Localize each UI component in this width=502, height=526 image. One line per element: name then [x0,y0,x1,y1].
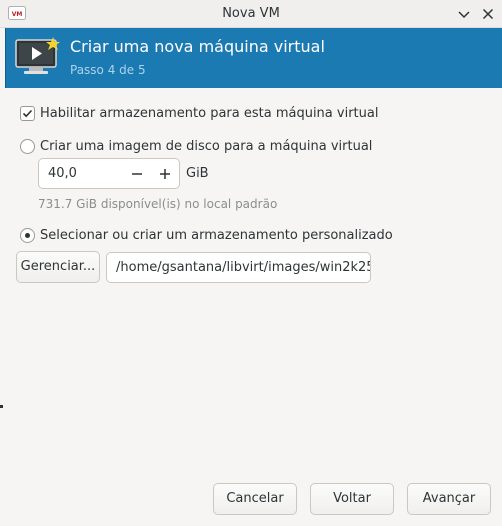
cancel-button[interactable]: Cancelar [213,483,297,515]
create-disk-radio[interactable] [20,139,35,154]
forward-button[interactable]: Avançar [407,483,491,515]
manage-storage-button[interactable]: Gerenciar... [16,251,100,283]
checkmark-icon [22,109,33,118]
disk-size-value[interactable]: 40,0 [48,166,77,181]
custom-storage-radio[interactable] [20,228,35,243]
wizard-title: Criar uma nova máquina virtual [70,37,325,56]
window-edge-marker [0,405,3,408]
disk-unit-label: GiB [186,166,209,181]
available-space-text: 731.7 GiB disponível(is) no local padrão [38,197,278,211]
chevron-down-icon[interactable] [456,6,472,22]
wizard-header-banner: Criar uma nova máquina virtual Passo 4 d… [5,28,502,88]
storage-path-input[interactable]: /home/gsantana/libvirt/images/win2k25 [106,252,371,283]
enable-storage-checkbox[interactable] [20,106,35,121]
storage-path-value[interactable]: /home/gsantana/libvirt/images/win2k25 [116,260,370,275]
window-title: Nova VM [222,6,280,21]
wizard-step-indicator: Passo 4 de 5 [70,63,146,77]
disk-size-spinbutton[interactable]: 40,0 [38,158,180,189]
window-titlebar: VM Nova VM [0,0,502,28]
decrement-button[interactable] [123,159,151,188]
vm-monitor-icon [15,37,60,74]
create-disk-label[interactable]: Criar uma imagem de disco para a máquina… [40,139,372,154]
increment-button[interactable] [151,159,179,188]
enable-storage-label[interactable]: Habilitar armazenamento para esta máquin… [40,106,378,121]
plus-icon [160,169,170,179]
back-button[interactable]: Voltar [310,483,394,515]
close-icon[interactable] [480,6,496,22]
custom-storage-label[interactable]: Selecionar ou criar um armazenamento per… [40,228,393,243]
minus-icon [132,173,142,175]
